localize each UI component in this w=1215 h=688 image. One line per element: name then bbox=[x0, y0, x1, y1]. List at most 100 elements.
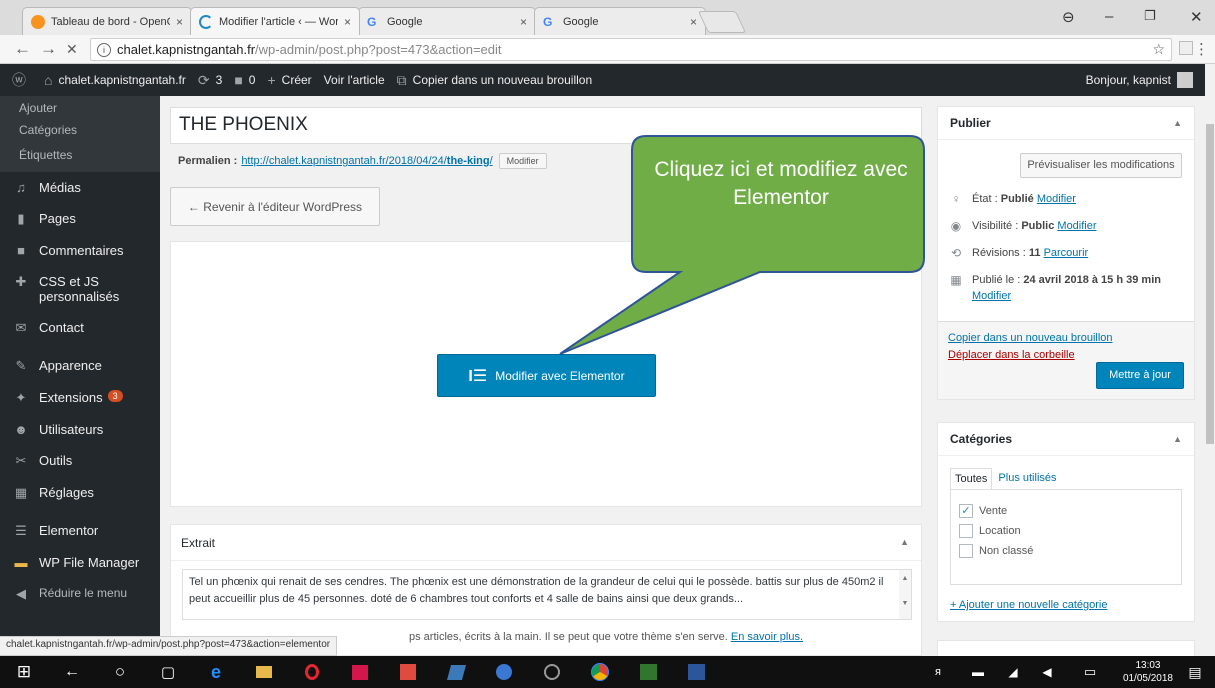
window-close-icon[interactable]: ✕ bbox=[1190, 8, 1203, 26]
learn-more-link[interactable]: En savoir plus. bbox=[731, 631, 803, 643]
word-app-icon[interactable] bbox=[686, 662, 706, 682]
back-arrow-icon[interactable]: ← bbox=[62, 662, 82, 682]
category-item-non-classe[interactable]: Non classé bbox=[959, 544, 1173, 558]
preview-changes-button[interactable]: Prévisualiser les modifications bbox=[1020, 153, 1182, 178]
scroll-up-icon[interactable]: ▲ bbox=[899, 570, 911, 587]
sidebar-item-file-manager[interactable]: ▬ WP File Manager bbox=[0, 547, 160, 578]
profile-icon[interactable]: ⊖ bbox=[1062, 8, 1075, 26]
stop-loading-icon[interactable]: ✕ bbox=[66, 41, 78, 58]
sidebar-item-appearance[interactable]: ✎ Apparence bbox=[0, 350, 160, 382]
permalink-link[interactable]: http://chalet.kapnistngantah.fr/2018/04/… bbox=[241, 155, 492, 167]
maximize-icon[interactable]: ❐ bbox=[1144, 8, 1156, 24]
admin-bar-comments[interactable]: ■ 0 bbox=[234, 72, 255, 88]
checkbox[interactable] bbox=[959, 524, 973, 538]
site-info-icon[interactable]: i bbox=[97, 42, 111, 57]
scrollbar-thumb[interactable] bbox=[1206, 124, 1214, 444]
tab-most-used[interactable]: Plus utilisés bbox=[992, 468, 1061, 489]
category-item-vente[interactable]: ✓ Vente bbox=[959, 504, 1173, 518]
opera-browser-icon[interactable] bbox=[302, 662, 322, 682]
sidebar-item-elementor[interactable]: ☰ Elementor bbox=[0, 515, 160, 547]
toggle-arrow-icon[interactable]: ▲ bbox=[1173, 118, 1182, 128]
update-button[interactable]: Mettre à jour bbox=[1096, 362, 1184, 389]
edit-date-link[interactable]: Modifier bbox=[972, 290, 1011, 302]
keyboard-icon[interactable]: ▭ bbox=[1080, 662, 1100, 682]
task-view-icon[interactable]: ▢ bbox=[158, 662, 178, 682]
sidebar-item-settings[interactable]: ▦ Réglages bbox=[0, 477, 160, 509]
windows-start-icon[interactable]: ⊞ bbox=[14, 662, 34, 682]
cortana-icon[interactable]: ○ bbox=[110, 662, 130, 682]
app-tile-icon[interactable] bbox=[446, 662, 466, 682]
categories-header[interactable]: Catégories ▲ bbox=[938, 423, 1194, 456]
scroll-down-icon[interactable]: ▼ bbox=[899, 595, 911, 612]
browser-tab-opencart[interactable]: Tableau de bord - OpenC × bbox=[22, 7, 192, 35]
sidebar-item-media[interactable]: ♫ Médias bbox=[0, 172, 160, 203]
app-swirl-icon[interactable] bbox=[542, 662, 562, 682]
notifications-icon[interactable]: ▤ bbox=[1185, 662, 1205, 682]
sidebar-item-comments[interactable]: ■ Commentaires bbox=[0, 235, 160, 266]
sidebar-item-pages[interactable]: ▮ Pages bbox=[0, 203, 160, 235]
close-icon[interactable]: × bbox=[520, 15, 527, 29]
edit-visibility-link[interactable]: Modifier bbox=[1057, 220, 1096, 232]
browser-tab-google-1[interactable]: G Google × bbox=[358, 7, 536, 35]
extension-icon[interactable] bbox=[1179, 41, 1193, 55]
admin-bar-copy-draft[interactable]: ⧉ Copier dans un nouveau brouillon bbox=[397, 72, 592, 89]
browse-revisions-link[interactable]: Parcourir bbox=[1044, 247, 1089, 259]
app-blue-circle-icon[interactable] bbox=[494, 662, 514, 682]
move-to-trash-link[interactable]: Déplacer dans la corbeille bbox=[948, 349, 1184, 361]
url-input[interactable]: i chalet.kapnistngantah.fr/wp-admin/post… bbox=[90, 38, 1172, 61]
sidebar-subitem-add[interactable]: Ajouter bbox=[0, 98, 160, 118]
store-icon[interactable] bbox=[350, 662, 370, 682]
close-icon[interactable]: × bbox=[690, 15, 697, 29]
wordpress-logo-icon[interactable]: ⓦ bbox=[12, 70, 32, 90]
app-s-icon[interactable] bbox=[398, 662, 418, 682]
excerpt-textarea[interactable]: Tel un phœnix qui renait de ses cendres.… bbox=[182, 569, 912, 620]
close-icon[interactable]: × bbox=[176, 15, 183, 29]
chrome-browser-icon[interactable] bbox=[590, 662, 610, 682]
system-clock[interactable]: 13:03 01/05/2018 bbox=[1123, 659, 1173, 685]
excerpt-scrollbar[interactable]: ▲ ▼ bbox=[899, 570, 911, 619]
publish-header[interactable]: Publier ▲ bbox=[938, 107, 1194, 140]
close-icon[interactable]: × bbox=[344, 15, 351, 29]
sidebar-item-users[interactable]: ☻ Utilisateurs bbox=[0, 414, 160, 445]
admin-bar-site[interactable]: ⌂ chalet.kapnistngantah.fr bbox=[44, 72, 186, 88]
people-icon[interactable]: ᴙ bbox=[928, 662, 948, 682]
volume-icon[interactable]: ◀ bbox=[1037, 662, 1057, 682]
admin-bar-account[interactable]: Bonjour, kapnist bbox=[1086, 72, 1193, 88]
category-item-location[interactable]: Location bbox=[959, 524, 1173, 538]
forward-arrow-icon[interactable]: → bbox=[40, 39, 57, 59]
sidebar-item-collapse[interactable]: ◀ Réduire le menu bbox=[0, 578, 160, 610]
revisions-icon: ⟲ bbox=[950, 246, 962, 260]
minimize-icon[interactable]: – bbox=[1105, 8, 1113, 25]
back-arrow-icon[interactable]: ← bbox=[14, 39, 31, 59]
edge-browser-icon[interactable]: e bbox=[206, 662, 226, 682]
permalink-edit-button[interactable]: Modifier bbox=[498, 153, 547, 169]
browser-tab-google-2[interactable]: G Google × bbox=[534, 7, 706, 35]
back-to-wordpress-editor-button[interactable]: ← Revenir à l'éditeur WordPress bbox=[170, 187, 380, 226]
sidebar-subitem-tags[interactable]: Étiquettes bbox=[0, 143, 160, 168]
edit-status-link[interactable]: Modifier bbox=[1037, 193, 1076, 205]
toggle-arrow-icon[interactable]: ▲ bbox=[1173, 434, 1182, 444]
sidebar-item-tools[interactable]: ✂ Outils bbox=[0, 445, 160, 477]
checkbox[interactable] bbox=[959, 544, 973, 558]
sidebar-item-contact[interactable]: ✉ Contact bbox=[0, 312, 160, 344]
admin-bar-updates[interactable]: ⟳ 3 bbox=[198, 72, 222, 89]
file-explorer-icon[interactable] bbox=[254, 662, 274, 682]
bookmark-star-icon[interactable]: ☆ bbox=[1152, 41, 1165, 58]
project-app-icon[interactable] bbox=[638, 662, 658, 682]
sidebar-subitem-categories[interactable]: Catégories bbox=[0, 118, 160, 143]
tab-all-categories[interactable]: Toutes bbox=[950, 468, 993, 489]
admin-bar-new[interactable]: + Créer bbox=[267, 72, 311, 88]
sidebar-item-plugins[interactable]: ✦ Extensions 3 bbox=[0, 382, 160, 414]
toggle-arrow-icon[interactable]: ▲ bbox=[900, 537, 909, 547]
battery-icon[interactable]: ▬ bbox=[968, 662, 988, 682]
checkbox-checked[interactable]: ✓ bbox=[959, 504, 973, 518]
browser-menu-icon[interactable]: ⋮ bbox=[1194, 40, 1209, 58]
add-category-link[interactable]: + Ajouter une nouvelle catégorie bbox=[950, 599, 1182, 611]
copy-to-draft-link[interactable]: Copier dans un nouveau brouillon bbox=[948, 332, 1184, 344]
network-icon[interactable]: ◢ bbox=[1003, 662, 1023, 682]
admin-bar-view-post[interactable]: Voir l'article bbox=[324, 73, 385, 87]
page-scrollbar[interactable] bbox=[1205, 64, 1215, 656]
sidebar-item-custom-css-js[interactable]: ✚ CSS et JS personnalisés bbox=[0, 266, 160, 312]
browser-tab-edit-post[interactable]: Modifier l'article ‹ — Wor × bbox=[190, 7, 360, 35]
excerpt-header[interactable]: Extrait ▲ bbox=[171, 525, 921, 561]
